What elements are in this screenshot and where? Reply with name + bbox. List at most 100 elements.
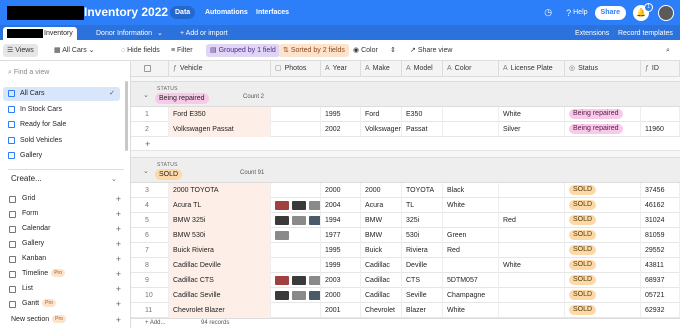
row-height-button[interactable]: ⇕: [386, 44, 400, 57]
cell-vehicle[interactable]: BMW 325i: [169, 213, 271, 228]
cell-year[interactable]: 2002: [321, 122, 361, 137]
table-row[interactable]: 10 Cadillac Seville 2000 Cadillac Seville Cha…: [131, 288, 680, 303]
table-row[interactable]: 11 Chevrolet Blazer 2001 Chevrolet Blazer Whi…: [131, 303, 680, 318]
group-button[interactable]: ▤ Grouped by 1 field: [206, 44, 280, 57]
cell-status[interactable]: SOLD: [565, 228, 641, 243]
photo-thumbnail[interactable]: [309, 215, 320, 225]
cell-model[interactable]: CTS: [402, 273, 443, 288]
create-gantt[interactable]: Gantt Pro +: [8, 297, 123, 311]
create-new-section[interactable]: New section Pro +: [8, 313, 123, 327]
cell-photos[interactable]: [271, 243, 321, 258]
avatar[interactable]: [658, 4, 674, 21]
cell-make[interactable]: Buick: [361, 243, 402, 258]
sidebar-view-gallery[interactable]: Gallery: [3, 149, 120, 163]
column-header-year[interactable]: A Year: [321, 61, 361, 77]
find-view-input[interactable]: ⌕ Find a view: [8, 69, 49, 77]
cell-color[interactable]: Champagne: [443, 288, 499, 303]
cell-id[interactable]: 37456: [641, 183, 680, 198]
cell-year[interactable]: 1999: [321, 258, 361, 273]
add-record-button[interactable]: + Add...: [145, 320, 166, 326]
cell-year[interactable]: 2004: [321, 198, 361, 213]
cell-id[interactable]: 62932: [641, 303, 680, 318]
cell-id[interactable]: 31024: [641, 213, 680, 228]
cell-vehicle[interactable]: Ford E350: [169, 107, 271, 122]
column-header-status[interactable]: ◎ Status: [565, 61, 641, 77]
create-grid[interactable]: Grid +: [8, 192, 123, 206]
photo-thumbnail[interactable]: [309, 200, 320, 210]
cell-photos[interactable]: [271, 198, 321, 213]
cell-status[interactable]: SOLD: [565, 273, 641, 288]
sidebar-view-all-cars[interactable]: All Cars ✓: [3, 87, 120, 101]
cell-photos[interactable]: [271, 107, 321, 122]
cell-license-plate[interactable]: [499, 288, 565, 303]
cell-status[interactable]: SOLD: [565, 258, 641, 273]
cell-make[interactable]: Acura: [361, 198, 402, 213]
cell-license-plate[interactable]: [499, 273, 565, 288]
photo-thumbnail[interactable]: [275, 215, 289, 225]
chevron-down-icon[interactable]: ⌄: [111, 175, 117, 183]
sidebar-view-ready-for-sale[interactable]: Ready for Sale: [3, 118, 120, 132]
cell-color[interactable]: 5DTM057: [443, 273, 499, 288]
cell-id[interactable]: 68937: [641, 273, 680, 288]
cell-model[interactable]: 530i: [402, 228, 443, 243]
cell-model[interactable]: Riviera: [402, 243, 443, 258]
cell-photos[interactable]: [271, 183, 321, 198]
cell-make[interactable]: Volkswagen: [361, 122, 402, 137]
table-row[interactable]: 9 Cadillac CTS 2003 Cadillac CTS 5DTM057 SOLD 6…: [131, 273, 680, 288]
cell-make[interactable]: BMW: [361, 228, 402, 243]
cell-license-plate[interactable]: [499, 198, 565, 213]
photo-thumbnail[interactable]: [275, 275, 289, 285]
cell-year[interactable]: 1977: [321, 228, 361, 243]
nav-automations[interactable]: Automations: [200, 6, 253, 19]
cell-color[interactable]: [443, 107, 499, 122]
extensions-button[interactable]: Extensions: [571, 27, 613, 40]
cell-vehicle[interactable]: Cadillac CTS: [169, 273, 271, 288]
cell-license-plate[interactable]: Red: [499, 213, 565, 228]
photo-thumbnail[interactable]: [275, 230, 289, 240]
notifications-button[interactable]: 🔔 1: [633, 2, 653, 21]
hide-fields-button[interactable]: ◌ Hide fields: [117, 44, 164, 57]
cell-license-plate[interactable]: [499, 303, 565, 318]
cell-status[interactable]: SOLD: [565, 183, 641, 198]
column-header-photos[interactable]: ▢ Photos: [271, 61, 321, 77]
photo-thumbnail[interactable]: [292, 200, 306, 210]
chevron-down-icon[interactable]: ⌄: [143, 91, 149, 99]
cell-photos[interactable]: [271, 122, 321, 137]
cell-vehicle[interactable]: 2000 TOYOTA: [169, 183, 271, 198]
group-header[interactable]: ⌄ STATUS SOLD Count 91: [131, 157, 680, 183]
cell-status[interactable]: SOLD: [565, 288, 641, 303]
view-switcher-button[interactable]: ▦ All Cars ⌄: [50, 44, 99, 57]
cell-model[interactable]: Blazer: [402, 303, 443, 318]
cell-model[interactable]: Passat: [402, 122, 443, 137]
cell-photos[interactable]: [271, 213, 321, 228]
cell-vehicle[interactable]: Buick Riviera: [169, 243, 271, 258]
photo-thumbnail[interactable]: [292, 215, 306, 225]
cell-year[interactable]: 1995: [321, 107, 361, 122]
create-header[interactable]: Create...: [11, 174, 42, 183]
cell-vehicle[interactable]: BMW 530i: [169, 228, 271, 243]
column-header-vehicle[interactable]: ƒ Vehicle: [169, 61, 271, 77]
cell-status[interactable]: SOLD: [565, 303, 641, 318]
column-header-color[interactable]: A Color: [443, 61, 499, 77]
cell-license-plate[interactable]: White: [499, 258, 565, 273]
create-gallery[interactable]: Gallery +: [8, 237, 123, 251]
help-link[interactable]: Help: [573, 9, 587, 16]
table-row[interactable]: 4 Acura TL 2004 Acura TL White SOLD 46162: [131, 198, 680, 213]
cell-make[interactable]: Cadillac: [361, 258, 402, 273]
help-icon[interactable]: ?: [566, 8, 571, 18]
group-header[interactable]: ⌄ STATUS Being repaired Count 2: [131, 81, 680, 107]
cell-model[interactable]: Deville: [402, 258, 443, 273]
share-button[interactable]: Share: [594, 5, 626, 20]
cell-status[interactable]: SOLD: [565, 198, 641, 213]
column-header-model[interactable]: A Model: [402, 61, 443, 77]
cell-color[interactable]: [443, 122, 499, 137]
table-row[interactable]: 5 BMW 325i 1994 BMW 325i Red SOLD 31024: [131, 213, 680, 228]
cell-license-plate[interactable]: [499, 183, 565, 198]
photo-thumbnail[interactable]: [275, 290, 289, 300]
cell-photos[interactable]: [271, 288, 321, 303]
color-button[interactable]: ◉ Color: [349, 44, 382, 57]
cell-photos[interactable]: [271, 258, 321, 273]
table-row[interactable]: 7 Buick Riviera 1995 Buick Riviera Red SOLD 295…: [131, 243, 680, 258]
cell-photos[interactable]: [271, 228, 321, 243]
cell-id[interactable]: [641, 107, 680, 122]
